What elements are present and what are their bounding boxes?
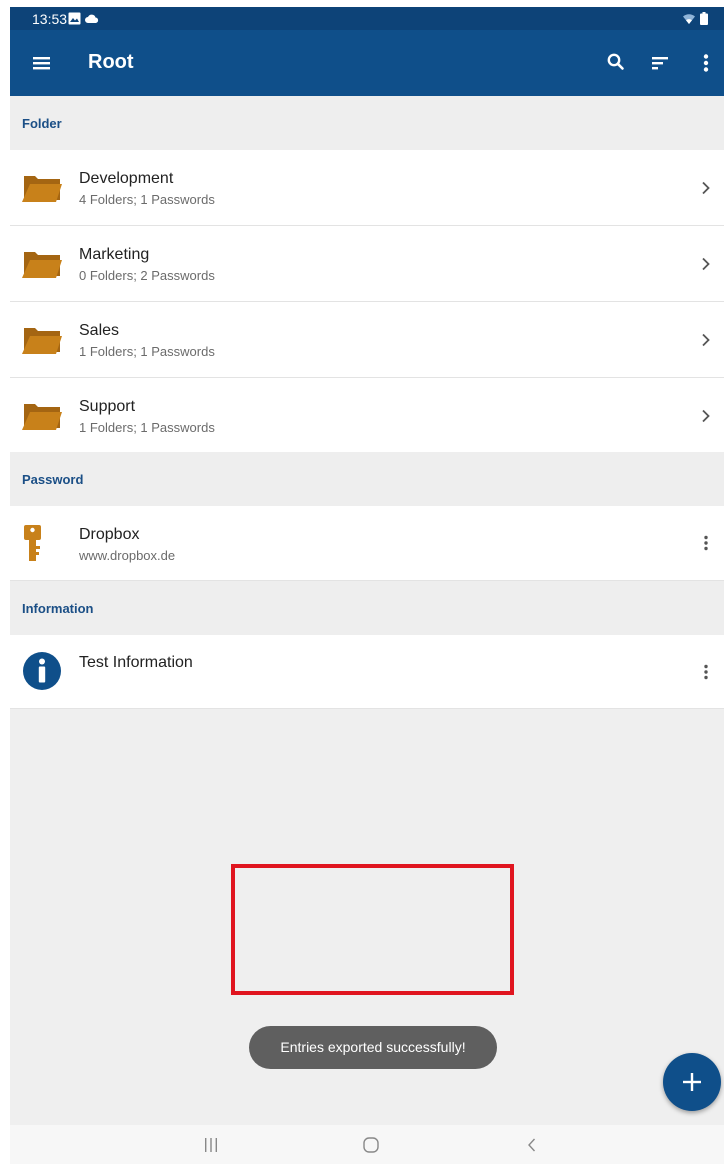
chevron-right-icon[interactable]	[694, 404, 718, 428]
folder-icon	[21, 246, 63, 285]
folder-icon	[21, 170, 63, 209]
folder-detail: 1 Folders; 1 Passwords	[79, 344, 215, 359]
folder-icon	[21, 398, 63, 437]
status-time: 13:53	[32, 11, 68, 27]
navigation-bar	[10, 1125, 724, 1164]
add-icon	[683, 1073, 701, 1091]
back-icon[interactable]	[518, 1131, 546, 1159]
folder-item-support[interactable]: Support 1 Folders; 1 Passwords	[10, 378, 724, 452]
folder-name: Sales	[79, 322, 120, 339]
information-name: Test Information	[79, 654, 193, 671]
folder-item-marketing[interactable]: Marketing 0 Folders; 2 Passwords	[10, 226, 724, 302]
section-title-folder: Folder	[22, 116, 62, 131]
toast-message: Entries exported successfully!	[249, 1026, 497, 1069]
page-title: Root	[88, 51, 134, 73]
folder-detail: 0 Folders; 2 Passwords	[79, 268, 215, 283]
battery-icon	[700, 12, 708, 28]
password-name: Dropbox	[79, 526, 140, 543]
recent-apps-icon[interactable]	[197, 1131, 225, 1159]
section-title-information: Information	[22, 601, 94, 616]
password-url: www.dropbox.de	[79, 548, 176, 563]
cloud-icon	[85, 12, 99, 28]
section-header-folder: Folder	[10, 96, 724, 150]
app-bar: Root	[10, 30, 724, 96]
folder-detail: 4 Folders; 1 Passwords	[79, 192, 215, 207]
section-title-password: Password	[22, 472, 84, 487]
more-vert-icon[interactable]	[690, 47, 722, 79]
wifi-icon	[682, 12, 696, 28]
chevron-right-icon[interactable]	[694, 328, 718, 352]
app-screen: 13:53 Root Folder Development 4 Folders;…	[10, 7, 724, 1164]
chevron-right-icon[interactable]	[694, 252, 718, 276]
home-icon[interactable]	[357, 1131, 385, 1159]
info-icon	[22, 651, 62, 696]
key-icon	[23, 524, 43, 567]
folder-item-development[interactable]: Development 4 Folders; 1 Passwords	[10, 150, 724, 226]
gallery-icon	[68, 12, 81, 28]
information-item-test[interactable]: Test Information	[10, 635, 724, 709]
folder-detail: 1 Folders; 1 Passwords	[79, 420, 215, 435]
folder-name: Support	[79, 398, 136, 415]
chevron-right-icon[interactable]	[694, 176, 718, 200]
add-button[interactable]	[663, 1053, 721, 1111]
more-vert-icon[interactable]	[694, 531, 718, 555]
menu-icon[interactable]	[26, 47, 58, 79]
search-icon[interactable]	[600, 47, 632, 79]
highlight-box	[231, 864, 514, 995]
folder-name: Marketing	[79, 246, 150, 263]
section-header-information: Information	[10, 581, 724, 635]
password-item-dropbox[interactable]: Dropbox www.dropbox.de	[10, 506, 724, 581]
sort-icon[interactable]	[644, 47, 676, 79]
section-header-password: Password	[10, 452, 724, 506]
folder-icon	[21, 322, 63, 361]
folder-item-sales[interactable]: Sales 1 Folders; 1 Passwords	[10, 302, 724, 378]
folder-name: Development	[79, 170, 174, 187]
more-vert-icon[interactable]	[694, 660, 718, 684]
status-bar: 13:53	[10, 7, 724, 30]
